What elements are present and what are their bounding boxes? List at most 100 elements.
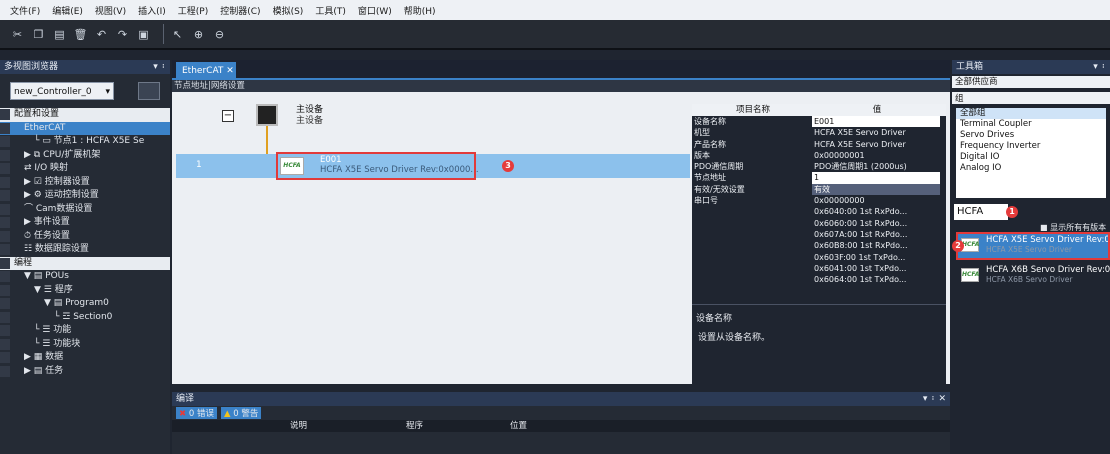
group-item[interactable]: Terminal Coupler bbox=[956, 119, 1106, 130]
property-row[interactable]: 产品名称 HCFA X5E Servo Driver bbox=[692, 139, 946, 150]
property-value: 0x00000000 bbox=[814, 196, 865, 206]
menu-item[interactable]: 窗口(W) bbox=[358, 4, 392, 17]
property-value[interactable]: 1 bbox=[812, 172, 940, 184]
property-row[interactable]: 版本 0x00000001 bbox=[692, 150, 946, 161]
property-row[interactable]: 有效/无效设置 有效 bbox=[692, 183, 946, 196]
tree-item-label: ▶ 事件设置 bbox=[24, 217, 70, 227]
tree-item[interactable]: └ ☰ 功能块 bbox=[0, 338, 170, 352]
tree-gutter bbox=[0, 244, 10, 255]
col-program[interactable]: 程序 bbox=[406, 420, 510, 432]
menu-item[interactable]: 工具(T) bbox=[315, 4, 346, 17]
property-value[interactable]: E001 bbox=[812, 116, 940, 128]
col-location[interactable]: 位置 bbox=[510, 420, 527, 432]
property-row[interactable]: 设备名称 E001 bbox=[692, 116, 946, 128]
property-row[interactable]: 串口号 0x00000000 bbox=[692, 195, 946, 206]
property-value: HCFA X5E Servo Driver bbox=[814, 139, 906, 149]
device-result[interactable]: HCFA HCFA X6B Servo Driver Rev:0 HCFA X6B … bbox=[956, 262, 1110, 290]
search-input[interactable]: HCFA bbox=[954, 204, 1008, 220]
property-row[interactable]: 节点地址 1 bbox=[692, 172, 946, 184]
tree-item[interactable]: ▼ ▤ Program0 bbox=[0, 297, 170, 311]
tree-item[interactable]: EtherCAT bbox=[0, 121, 170, 135]
tree-item[interactable]: ▼ ▤ POUs bbox=[0, 270, 170, 284]
property-row[interactable]: 0x60B8:00 1st RxPdo... bbox=[692, 240, 946, 251]
menu-item[interactable]: 工程(P) bbox=[178, 4, 208, 17]
group-item[interactable]: Frequency Inverter bbox=[956, 141, 1106, 152]
zoom-out-icon[interactable]: ⊖ bbox=[212, 27, 227, 42]
close-icon[interactable]: ▾ ᛬ ✕ bbox=[923, 392, 946, 406]
tree-item[interactable]: ▶ ⧉ CPU/扩展机架 bbox=[0, 149, 170, 163]
property-row[interactable]: 机型 HCFA X5E Servo Driver bbox=[692, 127, 946, 138]
property-value[interactable]: 有效 bbox=[812, 183, 940, 196]
group-item[interactable]: Servo Drives bbox=[956, 130, 1106, 141]
explorer-title: 多视图浏览器 ▾ ᛬ bbox=[0, 60, 170, 74]
tree-item[interactable]: 配置和设置 bbox=[0, 108, 170, 122]
property-row[interactable]: 0x6041:00 1st TxPdo... bbox=[692, 263, 946, 274]
menu-item[interactable]: 文件(F) bbox=[10, 4, 40, 17]
property-row[interactable]: 0x6040:00 1st RxPdo... bbox=[692, 206, 946, 217]
cut-icon[interactable]: ✂ bbox=[10, 27, 25, 42]
pointer-icon[interactable]: ↖ bbox=[170, 27, 185, 42]
menu-item[interactable]: 帮助(H) bbox=[404, 4, 436, 17]
property-row[interactable]: 0x6060:00 1st RxPdo... bbox=[692, 218, 946, 229]
controller-icon[interactable] bbox=[138, 82, 160, 100]
network-subheader: 节点地址|网络设置 bbox=[172, 80, 950, 92]
tree-item-label: ▶ ⚙ 运动控制设置 bbox=[24, 190, 99, 200]
save-icon[interactable]: ▣ bbox=[136, 27, 151, 42]
controller-select[interactable]: new_Controller_0 ▾ bbox=[10, 82, 114, 100]
tree-item[interactable]: ▶ ⚙ 运动控制设置 bbox=[0, 189, 170, 203]
zoom-in-icon[interactable]: ⊕ bbox=[191, 27, 206, 42]
build-title: 编译 ▾ ᛬ ✕ bbox=[172, 392, 950, 406]
group-item[interactable]: Digital IO bbox=[956, 152, 1106, 163]
tab-ethercat[interactable]: EtherCAT ✕ bbox=[176, 62, 236, 80]
tree-gutter bbox=[0, 190, 10, 201]
warning-filter[interactable]: ▲ 0 警告 bbox=[220, 407, 262, 419]
pin-icon[interactable]: ▾ ᛬ bbox=[153, 60, 166, 74]
menu-item[interactable]: 视图(V) bbox=[95, 4, 126, 17]
tree-item-label: ⌒ Cam数据设置 bbox=[24, 203, 93, 214]
tree-item[interactable]: ⇄ I/O 映射 bbox=[0, 162, 170, 176]
tree-item[interactable]: ⏱ 任务设置 bbox=[0, 230, 170, 244]
menu-item[interactable]: 模拟(S) bbox=[273, 4, 304, 17]
group-item[interactable]: 全部组 bbox=[956, 108, 1106, 119]
property-value: HCFA X5E Servo Driver bbox=[814, 128, 906, 138]
property-row[interactable]: 0x607A:00 1st RxPdo... bbox=[692, 229, 946, 240]
menu-item[interactable]: 编辑(E) bbox=[52, 4, 83, 17]
tree-item[interactable]: ☷ 数据跟踪设置 bbox=[0, 243, 170, 257]
menu-item[interactable]: 插入(I) bbox=[138, 4, 166, 17]
undo-icon[interactable]: ↶ bbox=[94, 27, 109, 42]
collapse-icon[interactable]: − bbox=[222, 110, 234, 122]
tree-item[interactable]: ▼ ☰ 程序 bbox=[0, 284, 170, 298]
menu-item[interactable]: 控制器(C) bbox=[220, 4, 260, 17]
redo-icon[interactable]: ↷ bbox=[115, 27, 130, 42]
close-icon[interactable]: ✕ bbox=[226, 66, 234, 76]
properties-table: 项目名称值 设备名称 E001 机型 HCFA X5E Servo Driver 产品名… bbox=[692, 104, 946, 320]
property-row[interactable]: 0x6064:00 1st TxPdo... bbox=[692, 274, 946, 285]
tree-item[interactable]: 编程 bbox=[0, 256, 170, 270]
tree-item[interactable]: ▶ ▤ 任务 bbox=[0, 365, 170, 379]
tree-item[interactable]: ▶ ☑ 控制器设置 bbox=[0, 176, 170, 190]
callout-3: 3 bbox=[502, 160, 514, 172]
error-filter[interactable]: ✖ 0 错误 bbox=[176, 407, 217, 419]
tree-item[interactable]: └ ▭ 节点1 : HCFA X5E Se bbox=[0, 135, 170, 149]
paste-icon[interactable]: ▤ bbox=[52, 27, 67, 42]
copy-icon[interactable]: ❐ bbox=[31, 27, 46, 42]
col-description[interactable]: 说明 bbox=[290, 420, 406, 432]
tree-gutter bbox=[0, 325, 10, 336]
tree-item[interactable]: ⌒ Cam数据设置 bbox=[0, 203, 170, 217]
tree-gutter bbox=[0, 298, 10, 309]
property-key bbox=[692, 206, 812, 217]
desc-text: 设置从设备名称。 bbox=[698, 333, 771, 343]
vendor-select[interactable]: 全部供应商 bbox=[952, 76, 1110, 88]
tree-item[interactable]: └ ☰ 功能 bbox=[0, 324, 170, 338]
property-key bbox=[692, 240, 812, 251]
network-config-area: − 主设备 主设备 1 HCFA E001 HCFA X5E Servo Dri… bbox=[172, 94, 692, 384]
tree-item-label: ▼ ▤ POUs bbox=[24, 271, 69, 281]
property-row[interactable]: PDO通信周期 PDO通信周期1 (2000us) bbox=[692, 161, 946, 172]
pin-icon[interactable]: ▾ ᛬ bbox=[1093, 60, 1106, 74]
group-item[interactable]: Analog IO bbox=[956, 163, 1106, 174]
delete-icon[interactable]: 🗑 bbox=[73, 27, 88, 42]
tree-item[interactable]: ▶ ▦ 数据 bbox=[0, 351, 170, 365]
tree-item[interactable]: ▶ 事件设置 bbox=[0, 216, 170, 230]
tree-item[interactable]: └ ☲ Section0 bbox=[0, 311, 170, 325]
property-row[interactable]: 0x603F:00 1st TxPdo... bbox=[692, 252, 946, 263]
